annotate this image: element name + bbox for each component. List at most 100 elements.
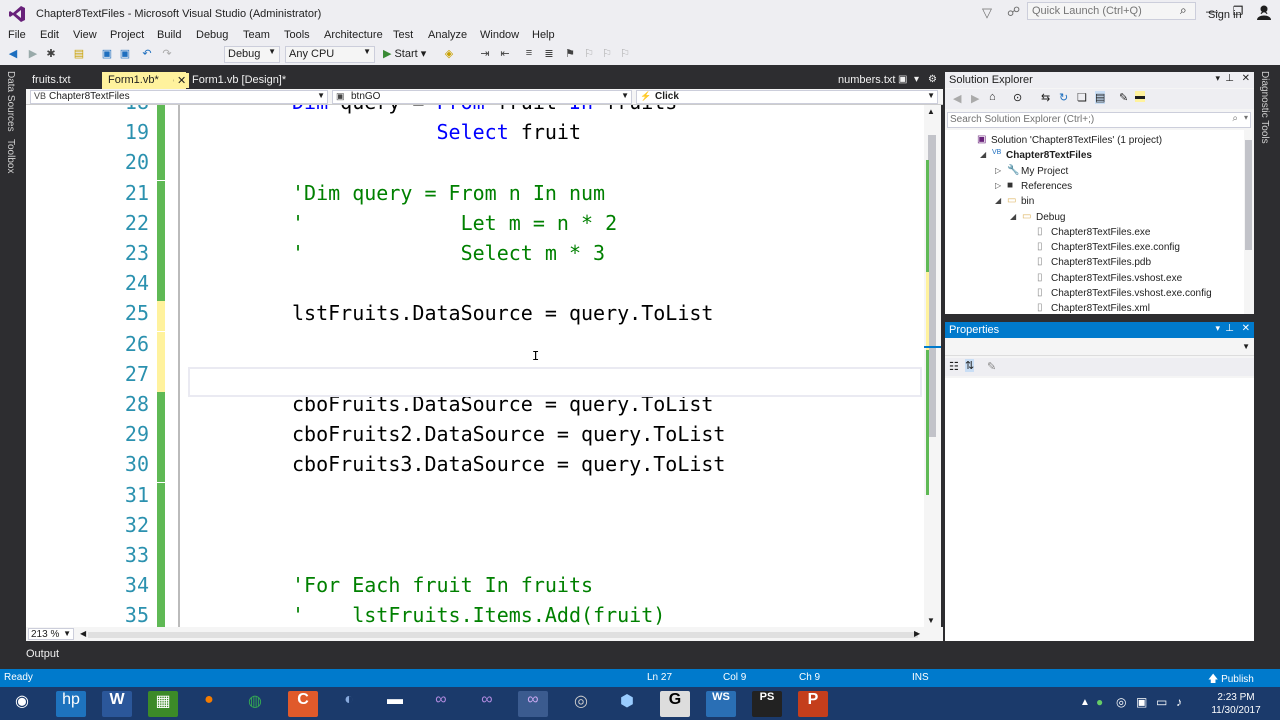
step-icon[interactable]: ⇥ [478,47,492,63]
tree-item[interactable]: ▯ Chapter8TextFiles.exe [945,226,1245,241]
feedback-icon[interactable]: ☍ [1007,4,1020,20]
code-line[interactable]: 20 [26,150,924,181]
code-line[interactable]: 23 ' Select m * 3 [26,241,924,271]
new-project-icon[interactable]: ✱ [44,47,58,63]
firefox-icon[interactable]: ● [194,691,224,717]
close-icon[interactable]: ✕ [1242,73,1250,84]
thunderbird-icon[interactable]: ◐ [334,691,364,717]
taskbar-clock[interactable]: 2:23 PM 11/30/2017 [1206,691,1266,717]
forward-icon[interactable]: ▶ [26,47,40,63]
tray-network-icon[interactable]: ▣ [1136,695,1147,709]
close-icon[interactable]: ✕ [1242,323,1250,334]
project-dropdown[interactable]: VB Chapter8TextFiles ▼ [30,90,328,104]
solution-configuration-select[interactable]: Debug ▼ [224,46,280,63]
code-line[interactable]: 35 ' lstFruits.Items.Add(fruit) [26,603,924,627]
start-button[interactable]: ▶ Start ▾ [383,47,426,60]
tab-fruits-txt[interactable]: fruits.txt [26,72,77,89]
prev-bookmark-icon[interactable]: ⚐ [582,47,596,63]
pin-icon[interactable]: ▣ [898,74,907,85]
menu-analyze[interactable]: Analyze [428,29,467,41]
file-explorer-icon[interactable]: ▬ [380,691,410,717]
editor-horizontal-scrollbar[interactable] [88,632,918,638]
collapsed-arrow-icon[interactable]: ▷ [995,166,1001,175]
home-icon[interactable]: ⌂ [989,91,996,103]
expanded-arrow-icon[interactable]: ◢ [995,196,1001,205]
code-line[interactable]: 33 [26,543,924,573]
menu-window[interactable]: Window [480,29,519,41]
menu-file[interactable]: File [8,29,26,41]
code-line[interactable]: 19 Select fruit [26,120,924,151]
expanded-arrow-icon[interactable]: ◢ [1010,212,1016,221]
dropdown-icon[interactable]: ▾ [1215,73,1220,84]
tree-item[interactable]: ◢ ▭ bin [945,195,1245,210]
code-line[interactable]: 26 [26,331,924,362]
code-line[interactable]: 34 'For Each fruit In fruits [26,573,924,604]
back-icon[interactable]: ◀ [953,92,961,105]
dropdown-icon[interactable]: ▾ [1215,323,1220,334]
step-over-icon[interactable]: ⇤ [498,47,512,63]
refresh-icon[interactable]: ↻ [1059,91,1068,104]
clear-bookmarks-icon[interactable]: ⚐ [618,47,632,63]
visual-studio-icon-2[interactable]: ∞ [472,691,502,717]
chrome-icon[interactable]: ◍ [240,691,270,717]
quick-launch-input[interactable] [1027,2,1196,20]
output-tab[interactable]: Output [26,648,59,660]
expanded-arrow-icon[interactable]: ◢ [980,150,986,159]
data-sources-tab[interactable]: Data Sources [5,71,16,132]
powerpoint-icon[interactable]: P [798,691,828,717]
member-dropdown[interactable]: ⚡ Click ▼ [636,90,938,104]
tree-item[interactable]: ▯ Chapter8TextFiles.exe.config [945,241,1245,256]
pending-changes-icon[interactable]: ⊙ [1013,91,1022,104]
comment-icon[interactable]: ≡ [522,47,536,63]
show-all-files-icon[interactable]: ▤ [1095,91,1106,104]
visual-studio-icon[interactable]: ∞ [426,691,456,717]
object-dropdown[interactable]: ▣ btnGO ▼ [332,90,632,104]
user-icon[interactable] [1256,4,1272,20]
tray-arrow-icon[interactable]: ▲ [1080,697,1090,708]
tray-app-icon[interactable]: ● [1096,695,1103,709]
code-line[interactable]: 31 [26,482,924,513]
code-line[interactable]: 22 ' Let m = n * 2 [26,210,924,241]
diagnostic-tools-tab[interactable]: Diagnostic Tools [1259,71,1270,144]
collapse-all-icon[interactable]: ❏ [1077,91,1087,104]
pin-icon[interactable]: ⊥ [1225,323,1234,334]
scroll-up-icon[interactable]: ▲ [927,107,935,116]
categorized-icon[interactable]: ☷ [949,360,959,373]
toolbox-tab[interactable]: Toolbox [5,139,16,173]
scroll-right-icon[interactable]: ▶ [914,629,920,638]
code-line[interactable]: 32 [26,512,924,543]
menu-team[interactable]: Team [243,29,270,41]
tree-item[interactable]: ▯ Chapter8TextFiles.pdb [945,256,1245,271]
sign-in-link[interactable]: Sign in [1208,9,1242,21]
app-g-icon[interactable]: G [660,691,690,717]
webstorm-icon[interactable]: WS [706,691,736,717]
save-icon[interactable]: ▣ [100,47,114,63]
app-c-icon[interactable]: C [288,691,318,717]
start-menu-icon[interactable]: ◉ [4,691,40,717]
zoom-select[interactable]: 213 % ▼ [28,628,74,640]
hp-icon[interactable]: hp [56,691,86,717]
preview-icon[interactable]: ▬ [1135,91,1145,102]
wrench-icon[interactable]: ✎ [1119,91,1128,104]
menu-project[interactable]: Project [110,29,144,41]
alphabetical-icon[interactable]: ⇅ [965,359,975,372]
object-selector[interactable]: ▼ [945,340,1254,356]
code-line[interactable]: 29 cboFruits2.DataSource = query.ToList [26,422,924,453]
tray-display-icon[interactable]: ▭ [1156,695,1167,709]
browser-link-icon[interactable]: ◈ [442,47,456,63]
code-line[interactable]: 21 'Dim query = From n In num [26,180,924,211]
bookmark-icon[interactable]: ⚑ [563,47,577,63]
code-line[interactable]: 30 cboFruits3.DataSource = query.ToList [26,452,924,483]
tree-item[interactable]: ◢ VB Chapter8TextFiles [945,149,1245,164]
forward-icon[interactable]: ▶ [971,92,979,105]
menu-build[interactable]: Build [157,29,181,41]
tree-item[interactable]: ▯ Chapter8TextFiles.vshost.exe.config [945,287,1245,302]
phpstorm-icon[interactable]: PS [752,691,782,717]
back-icon[interactable]: ◀ [6,47,20,63]
solution-tree-scrollbar[interactable] [1244,130,1254,314]
tray-sync-icon[interactable]: ◎ [1116,695,1126,709]
visual-studio-active-icon[interactable]: ∞ [518,691,548,717]
settings-icon[interactable]: ⚙ [928,74,937,85]
scroll-left-icon[interactable]: ◀ [80,629,86,638]
menu-debug[interactable]: Debug [196,29,228,41]
